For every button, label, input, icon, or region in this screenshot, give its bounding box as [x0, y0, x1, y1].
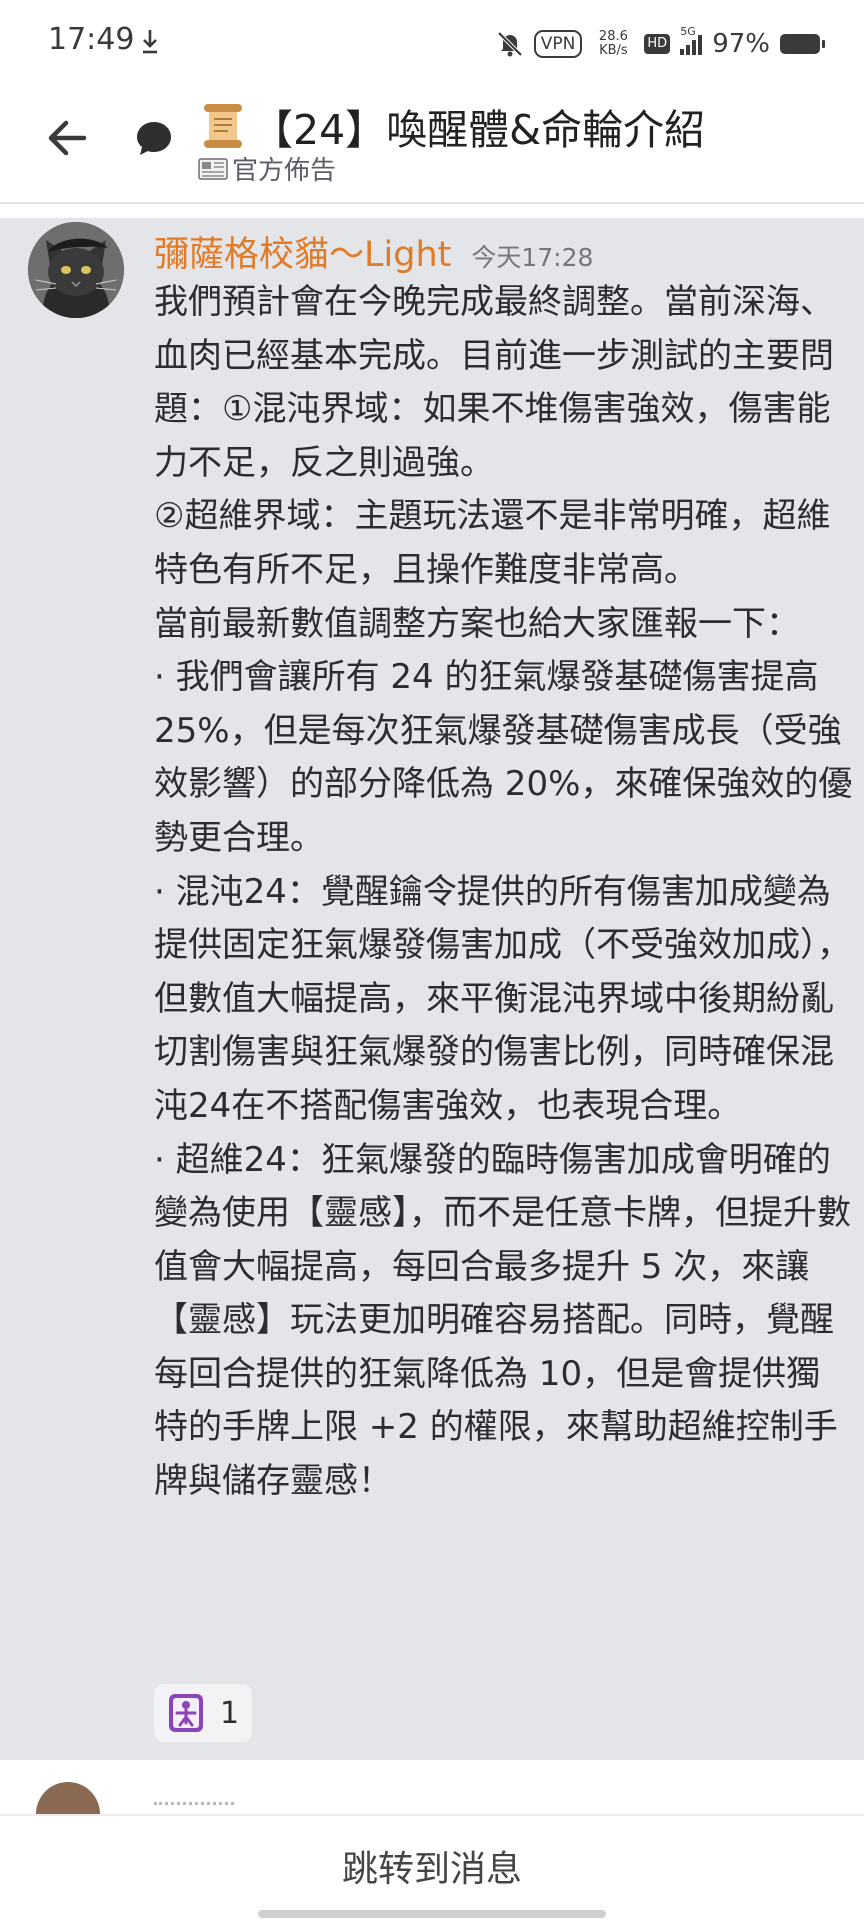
- channel-header: 【24】喚醒體&命輪介紹 官方佈告: [0, 84, 864, 204]
- scroll-icon: [204, 104, 242, 148]
- reaction-count: 1: [220, 1695, 240, 1731]
- network-speed: 28.6 KB/s: [598, 29, 628, 58]
- next-author-name-clipped: [154, 1802, 234, 1813]
- battery-percent: 97%: [712, 29, 770, 59]
- message-paragraph: · 我們會讓所有 24 的狂氣爆發基礎傷害提高 25%，但是每次狂氣爆發基礎傷害…: [154, 657, 853, 858]
- newspaper-icon: [198, 157, 228, 180]
- next-message-preview: [0, 1760, 864, 1814]
- back-arrow-icon[interactable]: [40, 110, 96, 166]
- jump-to-message-button[interactable]: 跳转到消息: [0, 1840, 864, 1892]
- thread-bubble-icon[interactable]: [134, 118, 174, 158]
- purple-figure-emoji-icon: [169, 1694, 203, 1732]
- vpn-badge: VPN: [533, 30, 583, 58]
- signal-icon: 5G: [680, 25, 703, 55]
- author-name[interactable]: 彌薩格校貓～Light: [154, 226, 451, 277]
- avatar[interactable]: [28, 222, 124, 318]
- mute-bell-icon: [497, 31, 523, 57]
- home-indicator[interactable]: [258, 1910, 606, 1918]
- status-icons: VPN 28.6 KB/s HD 5G 97%: [496, 24, 825, 64]
- status-time: 17:49: [48, 22, 135, 57]
- message-paragraph: ②超維界域：主題玩法還不是非常明確，超維特色有所不足，且操作難度非常高。: [154, 496, 831, 590]
- message-paragraph: 當前最新數值調整方案也給大家匯報一下：: [154, 603, 800, 644]
- message-paragraph: 我們預計會在今晚完成最終調整。當前深海、血肉已經基本完成。目前進一步測試的主要問…: [154, 282, 834, 483]
- battery-icon: [780, 34, 825, 54]
- avatar[interactable]: [36, 1782, 100, 1814]
- reaction-button[interactable]: 1: [154, 1684, 252, 1742]
- channel-name[interactable]: 官方佈告: [232, 150, 336, 187]
- download-icon: [143, 30, 157, 54]
- page-title: 【24】喚醒體&命輪介紹: [252, 106, 706, 154]
- message-paragraph: · 超維24：狂氣爆發的臨時傷害加成會明確的變為使用【靈感】，而不是任意卡牌，但…: [154, 1139, 851, 1502]
- status-bar: 17:49 VPN 28.6 KB/s HD 5G 97%: [0, 0, 864, 84]
- message-body: 我們預計會在今晚完成最終調整。當前深海、血肉已經基本完成。目前進一步測試的主要問…: [154, 276, 854, 1509]
- bottom-bar: 跳转到消息: [0, 1814, 864, 1922]
- message-paragraph: · 混沌24：覺醒鑰令提供的所有傷害加成變為提供固定狂氣爆發傷害加成（不受強效加…: [154, 871, 851, 1126]
- hd-badge: HD: [644, 34, 671, 54]
- message-timestamp: 今天17:28: [471, 243, 594, 272]
- highlighted-message: 彌薩格校貓～Light 今天17:28 我們預計會在今晚完成最終調整。當前深海、…: [0, 218, 864, 1760]
